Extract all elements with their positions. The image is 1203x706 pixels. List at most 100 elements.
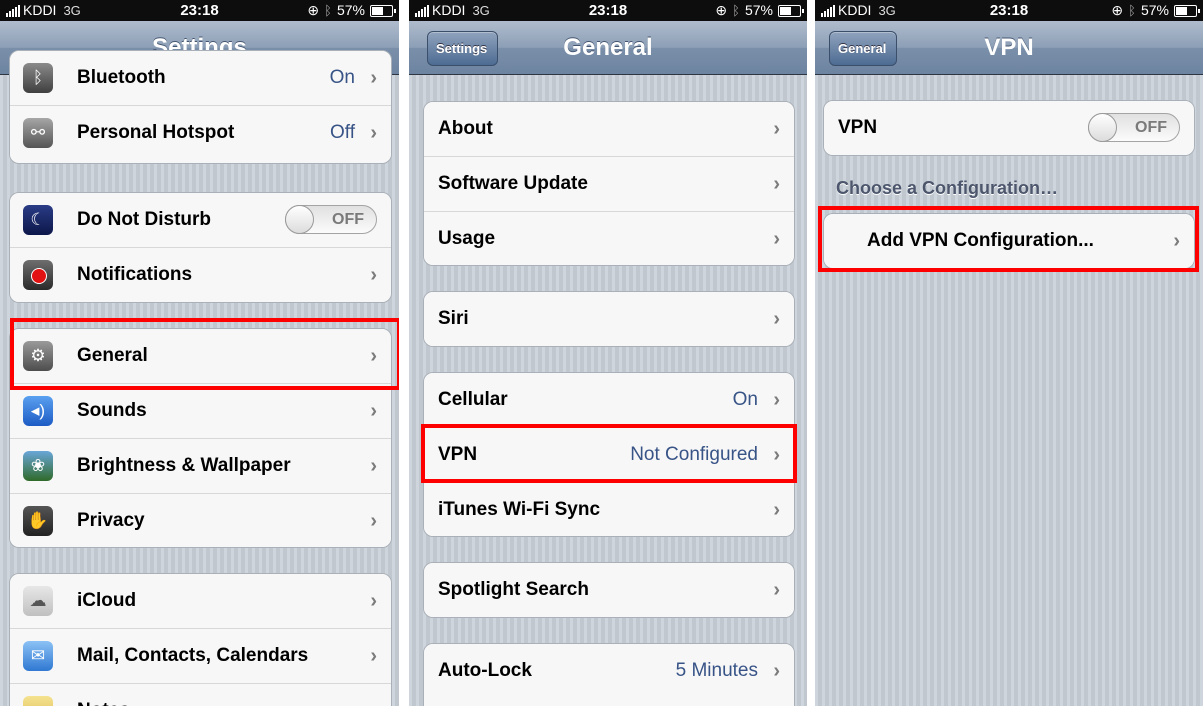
chevron-right-icon: › (370, 345, 377, 367)
general-item-about[interactable]: About › (424, 102, 794, 156)
battery-percent: 57% (744, 2, 773, 18)
toggle-knob (285, 205, 314, 234)
chevron-right-icon: › (370, 264, 377, 286)
chevron-right-icon: › (370, 400, 377, 422)
chevron-right-icon: › (773, 579, 780, 601)
general-item-label: Usage (438, 228, 496, 249)
settings-item-icloud[interactable]: ☁ iCloud › (10, 574, 391, 628)
add-vpn-configuration-button[interactable]: Add VPN Configuration... › (824, 214, 1194, 268)
settings-item-label: General (77, 345, 148, 366)
settings-item-privacy[interactable]: ✋ Privacy › (10, 493, 391, 547)
hand-icon: ✋ (23, 506, 53, 536)
general-screen: KDDI 3G 23:18 ⊕ ᛒ 57% Settings General A… (409, 0, 807, 706)
settings-item-personal-hotspot[interactable]: ⚯ Personal Hotspot Off › (10, 105, 391, 160)
chevron-right-icon: › (773, 118, 780, 140)
notifications-icon (23, 260, 53, 290)
toggle-knob (1088, 113, 1117, 142)
moon-icon: ☾ (23, 205, 53, 235)
general-item-vpn[interactable]: VPN Not Configured › (424, 427, 794, 482)
chevron-right-icon: › (773, 660, 780, 682)
settings-item-label: Do Not Disturb (77, 209, 212, 230)
general-item-spotlight-search[interactable]: Spotlight Search › (424, 563, 794, 617)
battery-icon (370, 4, 396, 17)
toggle-state: OFF (1135, 119, 1167, 136)
battery-percent: 57% (336, 2, 365, 18)
status-bar: KDDI 3G 23:18 ⊕ ᛒ 57% (815, 0, 1203, 21)
general-group-spotlight: Spotlight Search › (423, 562, 795, 618)
general-item-value: 5 Minutes (675, 660, 758, 681)
settings-item-label: Brightness & Wallpaper (77, 455, 291, 476)
notes-icon (23, 696, 53, 706)
settings-item-general[interactable]: ⚙ General › (10, 329, 391, 383)
settings-item-mail[interactable]: ✉ Mail, Contacts, Calendars › (10, 628, 391, 683)
navigation-bar: General VPN (815, 21, 1203, 75)
battery-icon (1174, 4, 1200, 17)
general-item-auto-lock[interactable]: Auto-Lock 5 Minutes › (424, 644, 794, 698)
toggle-state: OFF (332, 211, 364, 228)
vpn-config-group: Add VPN Configuration... › (823, 213, 1195, 269)
settings-item-sounds[interactable]: ◂) Sounds › (10, 383, 391, 438)
settings-group-alerts: ☾ Do Not Disturb OFF Notifications › (9, 192, 392, 303)
general-item-itunes-wifi-sync[interactable]: iTunes Wi-Fi Sync › (424, 482, 794, 536)
do-not-disturb-toggle[interactable]: OFF (285, 205, 377, 234)
navigation-bar: Settings General (409, 21, 807, 75)
settings-item-do-not-disturb[interactable]: ☾ Do Not Disturb OFF (10, 193, 391, 247)
general-group-info: About › Software Update › Usage › (423, 101, 795, 266)
hotspot-icon: ⚯ (23, 118, 53, 148)
general-item-label: Auto-Lock (438, 660, 532, 681)
chevron-right-icon: › (1173, 230, 1180, 252)
rotation-lock-icon: ⊕ (307, 2, 320, 18)
settings-item-value: Off (330, 122, 355, 143)
chevron-right-icon: › (773, 389, 780, 411)
settings-item-label: Personal Hotspot (77, 122, 235, 143)
rotation-lock-icon: ⊕ (715, 2, 728, 18)
general-item-siri[interactable]: Siri › (424, 292, 794, 346)
general-item-label: Software Update (438, 173, 588, 194)
page-title: General (563, 34, 653, 61)
general-item-label: Spotlight Search (438, 579, 589, 600)
general-group-network: Cellular On › VPN Not Configured › iTune… (423, 372, 795, 537)
battery-percent: 57% (1140, 2, 1169, 18)
settings-item-label: Privacy (77, 510, 145, 531)
general-item-value: On (732, 389, 758, 410)
section-header: Choose a Configuration… (836, 178, 1058, 198)
chevron-right-icon: › (773, 444, 780, 466)
settings-item-notes[interactable]: Notes › (10, 683, 391, 706)
status-bar: KDDI 3G 23:18 ⊕ ᛒ 57% (0, 0, 399, 21)
bluetooth-status-icon: ᛒ (324, 3, 332, 18)
chevron-right-icon: › (773, 228, 780, 250)
settings-screen: KDDI 3G 23:18 ⊕ ᛒ 57% Settings ᛒ Bluetoo… (0, 0, 399, 706)
general-item-label: Cellular (438, 389, 508, 410)
chevron-right-icon: › (370, 122, 377, 144)
cloud-icon: ☁ (23, 586, 53, 616)
bluetooth-status-icon: ᛒ (732, 3, 740, 18)
vpn-row: VPN OFF (824, 101, 1194, 155)
chevron-right-icon: › (370, 455, 377, 477)
general-item-usage[interactable]: Usage › (424, 211, 794, 265)
bluetooth-status-icon: ᛒ (1128, 3, 1136, 18)
gear-icon: ⚙ (23, 341, 53, 371)
status-bar: KDDI 3G 23:18 ⊕ ᛒ 57% (409, 0, 807, 21)
settings-item-notifications[interactable]: Notifications › (10, 247, 391, 302)
navbar-overlay (0, 21, 399, 74)
rotation-lock-icon: ⊕ (1111, 2, 1124, 18)
vpn-toggle[interactable]: OFF (1088, 113, 1180, 142)
speaker-icon: ◂) (23, 396, 53, 426)
chevron-right-icon: › (773, 173, 780, 195)
flower-icon: ❀ (23, 451, 53, 481)
chevron-right-icon: › (370, 590, 377, 612)
general-item-label: VPN (438, 444, 478, 465)
vpn-screen: KDDI 3G 23:18 ⊕ ᛒ 57% General VPN VPN OF… (815, 0, 1203, 706)
settings-group-device: ⚙ General › ◂) Sounds › ❀ Brightness & W… (9, 328, 392, 548)
general-item-cellular[interactable]: Cellular On › (424, 373, 794, 427)
vpn-label: VPN (838, 117, 878, 138)
general-item-value: Not Configured (630, 444, 758, 465)
settings-item-label: iCloud (77, 590, 137, 611)
vpn-toggle-group: VPN OFF (823, 100, 1195, 156)
settings-item-label: Sounds (77, 400, 147, 421)
settings-item-brightness-wallpaper[interactable]: ❀ Brightness & Wallpaper › (10, 438, 391, 493)
mail-icon: ✉ (23, 641, 53, 671)
settings-item-label: Notifications (77, 264, 193, 285)
general-item-software-update[interactable]: Software Update › (424, 156, 794, 211)
general-item-label: iTunes Wi-Fi Sync (438, 499, 601, 520)
